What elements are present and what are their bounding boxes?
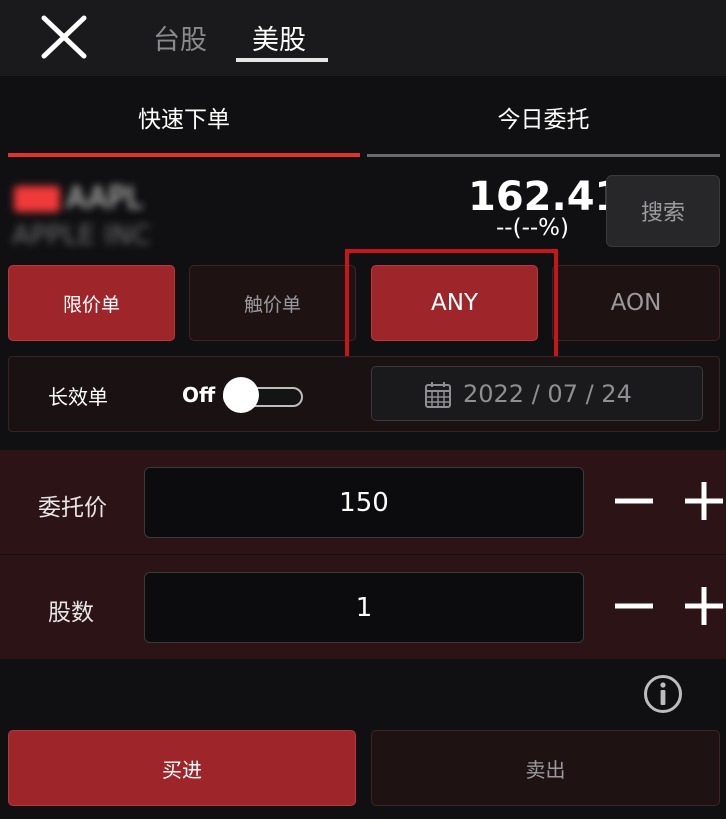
quantity-input[interactable]: 1 xyxy=(144,572,584,643)
gtc-toggle[interactable] xyxy=(223,377,303,413)
stock-logo xyxy=(14,186,60,212)
order-type-touch[interactable]: 触价单 xyxy=(189,265,356,341)
price-label: 委托价 xyxy=(38,495,107,521)
toggle-state-label: Off xyxy=(182,383,216,407)
gtc-label: 长效单 xyxy=(48,385,108,409)
stock-ticker: AAPL xyxy=(66,181,143,216)
toggle-knob xyxy=(223,377,259,413)
tab-quick-order[interactable]: 快速下单 xyxy=(8,100,360,134)
quantity-decrease-button[interactable] xyxy=(613,585,655,627)
subtab-divider xyxy=(367,154,720,157)
company-name: APPLE INC xyxy=(12,220,151,251)
expiry-date-field[interactable]: 2022 / 07 / 24 xyxy=(371,366,703,421)
stock-price: 162.41 xyxy=(468,174,623,220)
info-icon[interactable] xyxy=(643,674,683,714)
price-change: --(--%) xyxy=(496,215,569,241)
tab-today-orders[interactable]: 今日委托 xyxy=(367,100,720,134)
price-input[interactable]: 150 xyxy=(144,467,584,538)
order-type-any[interactable]: ANY xyxy=(371,265,538,341)
top-bar xyxy=(0,0,726,76)
search-button[interactable]: 搜索 xyxy=(606,175,720,247)
quantity-label: 股数 xyxy=(48,600,94,626)
expiry-date-value: 2022 / 07 / 24 xyxy=(463,380,632,408)
close-icon[interactable] xyxy=(40,14,88,60)
price-increase-button[interactable] xyxy=(683,480,725,522)
tab-tw-stock[interactable]: 台股 xyxy=(153,18,207,57)
active-tab-indicator xyxy=(236,58,328,62)
tab-us-stock[interactable]: 美股 xyxy=(252,18,306,57)
price-decrease-button[interactable] xyxy=(613,480,655,522)
calendar-icon xyxy=(425,382,451,408)
quantity-increase-button[interactable] xyxy=(683,585,725,627)
buy-button[interactable]: 买进 xyxy=(8,730,356,806)
order-type-limit[interactable]: 限价单 xyxy=(8,265,175,341)
active-subtab-indicator xyxy=(8,153,360,157)
sell-button[interactable]: 卖出 xyxy=(371,730,720,806)
order-type-aon[interactable]: AON xyxy=(552,265,720,341)
